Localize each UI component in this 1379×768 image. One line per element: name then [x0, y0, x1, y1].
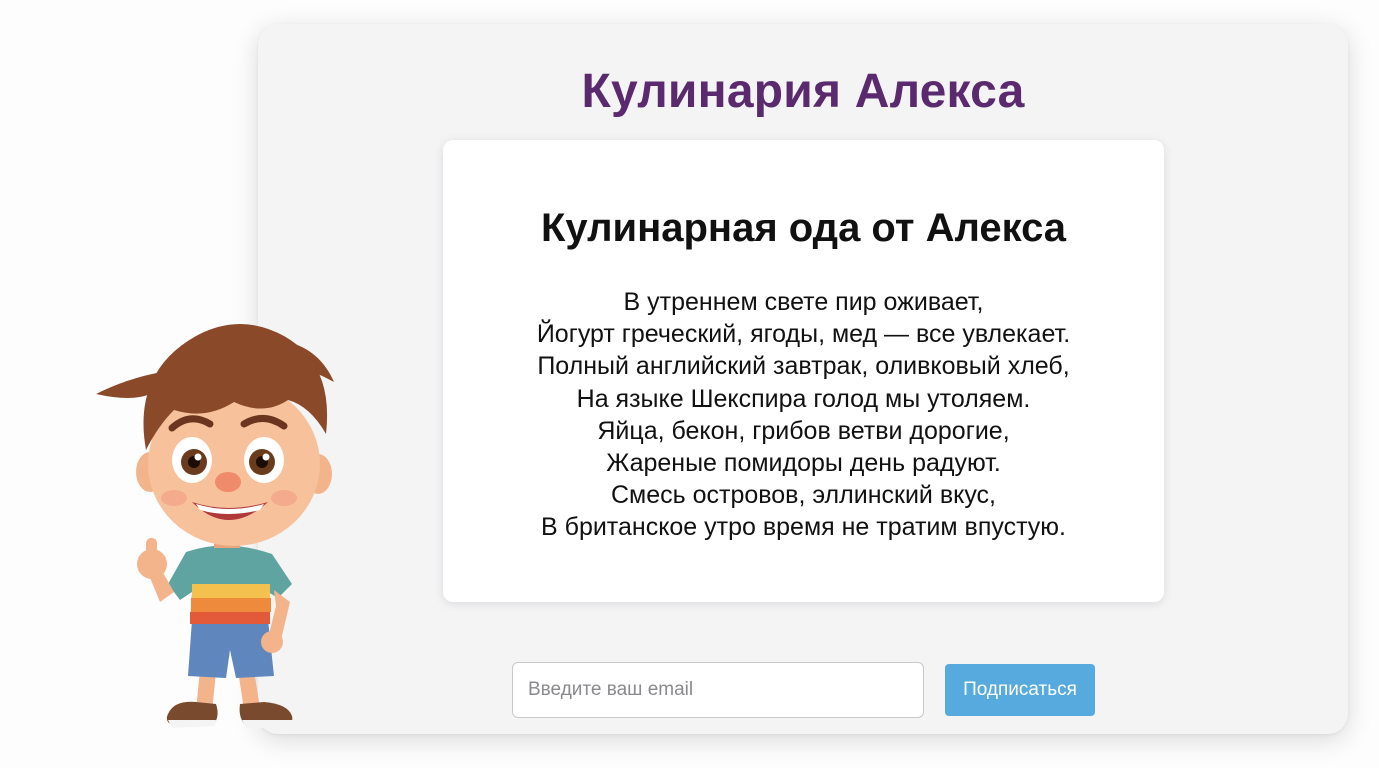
poem-card: Кулинарная ода от Алекса В утреннем свет… — [443, 140, 1164, 602]
poem-line: В британское утро время не тратим впусту… — [541, 513, 1066, 542]
poem-line: В утреннем свете пир оживает, — [623, 288, 984, 316]
poem-line: Смесь островов, эллинский вкус, — [611, 481, 996, 510]
subscribe-button[interactable]: Подписаться — [945, 664, 1095, 716]
poem-text: В утреннем свете пир оживает, Йогурт гре… — [443, 286, 1164, 544]
poem-title: Кулинарная ода от Алекса — [540, 206, 1067, 250]
poem-line: Жареные помидоры день радуют. — [606, 449, 1001, 478]
email-input[interactable] — [512, 662, 924, 718]
site-title: Кулинария Алекса — [581, 65, 1025, 118]
poem-line: Яйца, бекон, грибов ветви дорогие, — [597, 416, 1010, 445]
cartoon-boy-thumbs-up-icon — [96, 324, 334, 728]
poem-line: Полный английский завтрак, оливковый хле… — [537, 352, 1070, 381]
main-panel: Кулинария Алекса Кулинарная ода от Алекс… — [258, 24, 1348, 734]
poem-line: Йогурт греческий, ягоды, мед — все увлек… — [536, 320, 1071, 349]
page: Кулинария Алекса Кулинарная ода от Алекс… — [0, 0, 1379, 768]
poem-line: На языке Шекспира голод мы утоляем. — [576, 384, 1031, 413]
